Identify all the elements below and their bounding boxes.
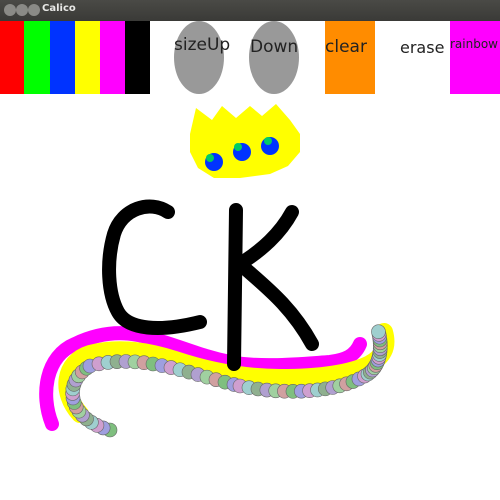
close-window-button[interactable] bbox=[4, 4, 16, 16]
color-swatch-green[interactable] bbox=[24, 21, 50, 94]
rainbow-dot bbox=[371, 324, 386, 340]
erase-button[interactable] bbox=[395, 21, 450, 94]
size-up-button[interactable] bbox=[174, 21, 224, 94]
title-bar: Calico bbox=[0, 0, 500, 21]
clear-label: clear bbox=[325, 37, 367, 57]
size-up-label: sizeUp bbox=[174, 35, 231, 55]
clear-button[interactable] bbox=[325, 21, 375, 94]
toolbar: sizeUp Down clear erase rainbow bbox=[0, 21, 500, 94]
color-swatch-yellow[interactable] bbox=[75, 21, 100, 94]
color-swatch-red[interactable] bbox=[0, 21, 24, 94]
rainbow-label: rainbow bbox=[450, 37, 498, 51]
crown-drawing bbox=[190, 104, 300, 178]
size-down-button[interactable] bbox=[249, 21, 299, 94]
minimize-window-button[interactable] bbox=[16, 4, 28, 16]
erase-label: erase bbox=[400, 38, 445, 57]
color-swatch-blue[interactable] bbox=[50, 21, 75, 94]
yellow-stroke bbox=[58, 323, 395, 423]
window-title: Calico bbox=[42, 3, 76, 14]
maximize-window-button[interactable] bbox=[28, 4, 40, 16]
rainbow-button[interactable] bbox=[450, 21, 500, 94]
size-down-label: Down bbox=[250, 37, 299, 57]
color-swatch-black[interactable] bbox=[125, 21, 150, 94]
drawing-canvas[interactable] bbox=[0, 94, 500, 500]
color-swatch-magenta[interactable] bbox=[100, 21, 125, 94]
